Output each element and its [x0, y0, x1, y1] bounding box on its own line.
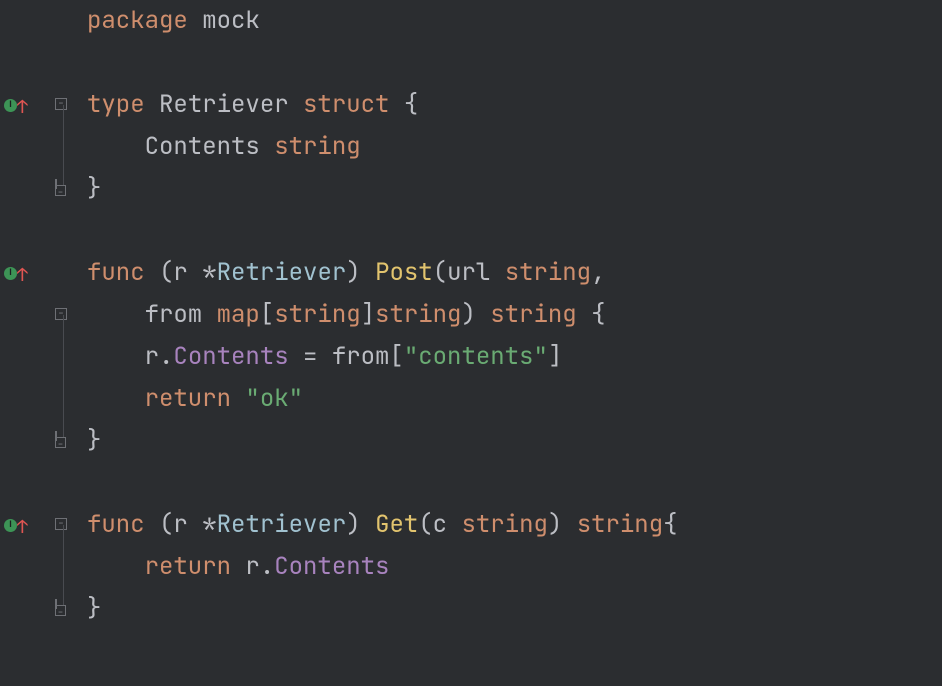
- gutter-line: [0, 462, 75, 504]
- field-ref: Contents: [274, 546, 389, 588]
- brace: }: [87, 588, 101, 630]
- override-up-icon[interactable]: [18, 518, 28, 532]
- code-line: func (r *Retriever) Get(c string) string…: [87, 504, 942, 546]
- gutter-marker[interactable]: [4, 266, 28, 280]
- code-line: from map[string]string) string {: [87, 294, 942, 336]
- keyword: struct: [303, 84, 389, 126]
- code-line: package mock: [87, 0, 942, 42]
- fold-guide-line: [63, 525, 65, 605]
- gutter-line: [0, 210, 75, 252]
- string-literal: "ok": [245, 378, 303, 420]
- gutter-line: [0, 252, 75, 294]
- implements-icon[interactable]: [4, 519, 17, 532]
- keyword: package: [87, 0, 188, 42]
- editor-gutter: [0, 0, 75, 686]
- function-name: Post: [375, 252, 433, 294]
- code-line: return "ok": [87, 378, 942, 420]
- keyword: func: [87, 504, 145, 546]
- type: string: [274, 126, 360, 168]
- code-line: return r.Contents: [87, 546, 942, 588]
- override-up-icon[interactable]: [18, 98, 28, 112]
- fold-guide-line: [63, 105, 65, 185]
- code-editor: package mock type Retriever struct { Con…: [0, 0, 942, 686]
- code-line: }: [87, 168, 942, 210]
- brace: }: [87, 168, 101, 210]
- package-name: mock: [202, 0, 260, 42]
- implements-icon[interactable]: [4, 99, 17, 112]
- code-line: }: [87, 588, 942, 630]
- type-ref: Retriever: [217, 252, 347, 294]
- gutter-line: [0, 0, 75, 42]
- type-name: Retriever: [159, 84, 289, 126]
- string-literal: "contents": [404, 336, 548, 378]
- override-up-icon[interactable]: [18, 266, 28, 280]
- code-line: func (r *Retriever) Post(url string,: [87, 252, 942, 294]
- field-ref: Contents: [173, 336, 288, 378]
- gutter-marker[interactable]: [4, 518, 28, 532]
- implements-icon[interactable]: [4, 267, 17, 280]
- gutter-marker[interactable]: [4, 98, 28, 112]
- brace: }: [87, 420, 101, 462]
- keyword: return: [145, 378, 231, 420]
- code-line-blank: [87, 42, 942, 84]
- code-line: type Retriever struct {: [87, 84, 942, 126]
- type-ref: Retriever: [217, 504, 347, 546]
- keyword: type: [87, 84, 145, 126]
- code-line-blank: [87, 462, 942, 504]
- brace: {: [404, 84, 418, 126]
- function-name: Get: [375, 504, 418, 546]
- code-content[interactable]: package mock type Retriever struct { Con…: [75, 0, 942, 686]
- field-name: Contents: [145, 126, 260, 168]
- code-line: Contents string: [87, 126, 942, 168]
- code-line-blank: [87, 210, 942, 252]
- gutter-line: [0, 42, 75, 84]
- keyword: return: [145, 546, 231, 588]
- fold-guide-line: [63, 315, 65, 437]
- code-line: }: [87, 420, 942, 462]
- keyword: func: [87, 252, 145, 294]
- code-line: r.Contents = from["contents"]: [87, 336, 942, 378]
